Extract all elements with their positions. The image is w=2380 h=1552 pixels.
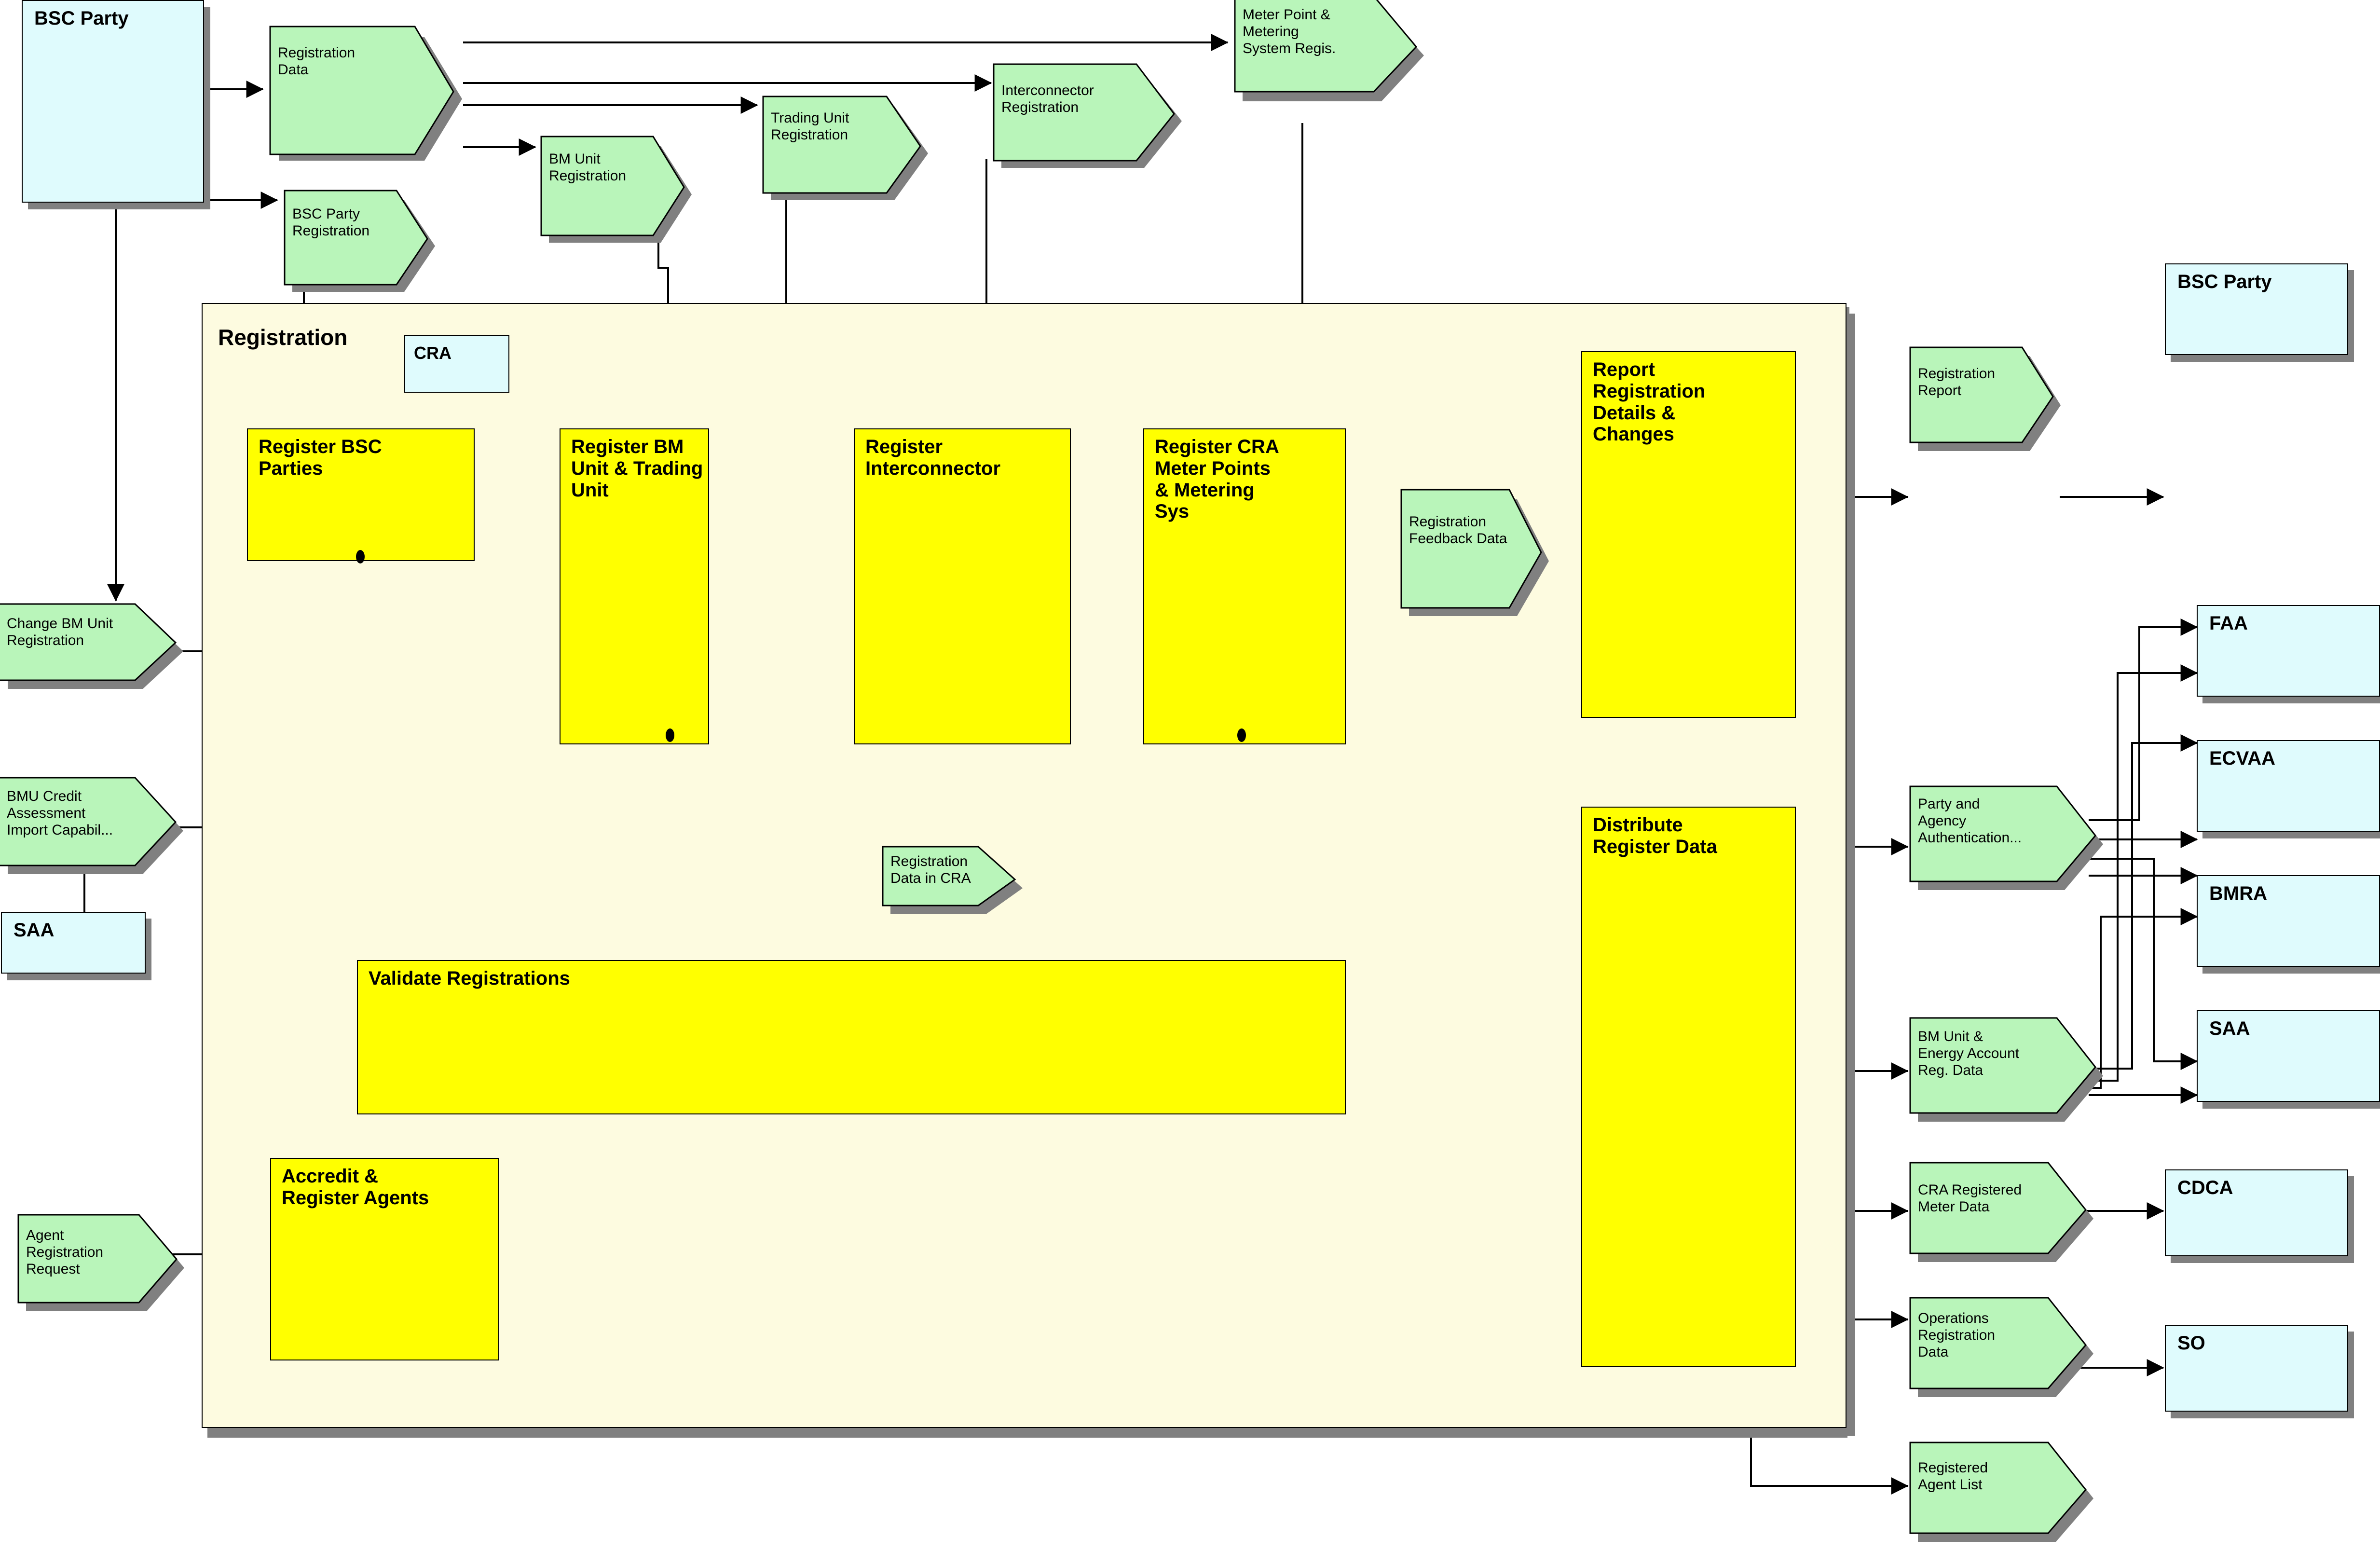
flow-label: BM Unit Registration	[549, 151, 627, 184]
entity-bsc-party-left[interactable]: BSC Party	[22, 0, 204, 203]
process-label: Report Registration Details & Changes	[1593, 359, 1706, 445]
entity-label: ECVAA	[2209, 748, 2276, 769]
entity-label: BSC Party	[2177, 271, 2272, 292]
entity-saa-right[interactable]: SAA	[2197, 1010, 2380, 1102]
process-port-dot	[356, 550, 365, 563]
process-register-interconnector[interactable]: Register Interconnector	[854, 428, 1071, 744]
flow-label: Registration Data in CRA	[890, 853, 971, 886]
process-port-dot	[1237, 728, 1246, 742]
flow-label: Registration Feedback Data	[1409, 514, 1507, 547]
process-accredit-register-agents[interactable]: Accredit & Register Agents	[270, 1158, 499, 1360]
flow-trading-unit-registration[interactable]: Trading Unit Registration	[762, 96, 928, 200]
flow-operations-registration-data[interactable]: Operations Registration Data	[1909, 1297, 2093, 1397]
process-label: Register BSC Parties	[259, 436, 382, 479]
entity-cra[interactable]: CRA	[404, 335, 509, 393]
process-label: Register CRA Meter Points & Metering Sys	[1155, 436, 1279, 522]
flow-change-bm-unit-registration[interactable]: Change BM Unit Registration	[0, 603, 188, 689]
entity-label: SAA	[2209, 1018, 2250, 1039]
entity-bsc-party-right[interactable]: BSC Party	[2165, 263, 2348, 355]
entity-label: BMRA	[2209, 883, 2267, 904]
container-title: Registration	[218, 325, 348, 350]
flow-registration-data[interactable]: Registration Data	[269, 26, 463, 161]
flow-registration-feedback-data[interactable]: Registration Feedback Data	[1377, 489, 1551, 616]
process-port-dot	[666, 728, 674, 742]
entity-faa[interactable]: FAA	[2197, 605, 2380, 697]
process-distribute-register-data[interactable]: Distribute Register Data	[1581, 807, 1796, 1367]
flow-registration-report[interactable]: Registration Report	[1909, 346, 2061, 451]
flow-label: Meter Point & Metering System Regis.	[1243, 7, 1336, 56]
entity-saa-left[interactable]: SAA	[1, 912, 146, 974]
flow-bsc-party-registration[interactable]: BSC Party Registration	[284, 190, 435, 292]
flow-label: Change BM Unit Registration	[7, 616, 113, 648]
entity-label: BSC Party	[34, 8, 129, 29]
flow-label: Party and Agency Authentication...	[1918, 796, 2022, 846]
flow-label: Interconnector Registration	[1001, 82, 1094, 115]
process-register-cra-meter-points[interactable]: Register CRA Meter Points & Metering Sys	[1143, 428, 1346, 744]
entity-cdca[interactable]: CDCA	[2165, 1169, 2348, 1256]
flow-label: Registration Report	[1918, 366, 1996, 398]
container-shadow-right	[1846, 314, 1855, 1436]
entity-bmra[interactable]: BMRA	[2197, 875, 2380, 967]
flow-label: BSC Party Registration	[292, 206, 370, 239]
process-label: Distribute Register Data	[1593, 814, 1717, 857]
process-validate-registrations[interactable]: Validate Registrations	[357, 960, 1346, 1114]
entity-ecvaa[interactable]: ECVAA	[2197, 740, 2380, 832]
entity-label: SAA	[14, 920, 55, 941]
flow-bm-unit-energy-account-reg-data[interactable]: BM Unit & Energy Account Reg. Data	[1909, 1017, 2103, 1122]
process-register-bsc-parties[interactable]: Register BSC Parties	[247, 428, 475, 561]
flow-cra-registered-meter-data[interactable]: CRA Registered Meter Data	[1909, 1162, 2093, 1262]
flow-agent-registration-request[interactable]: Agent Registration Request	[17, 1214, 187, 1311]
flow-label: Trading Unit Registration	[771, 110, 849, 143]
flow-registered-agent-list[interactable]: Registered Agent List	[1909, 1442, 2093, 1542]
process-label: Validate Registrations	[369, 968, 570, 989]
process-report-registration-details[interactable]: Report Registration Details & Changes	[1581, 351, 1796, 718]
flow-meter-point-metering-system[interactable]: Meter Point & Metering System Regis.	[1234, 0, 1424, 101]
process-label: Register BM Unit & Trading Unit	[571, 436, 703, 501]
flow-label: CRA Registered Meter Data	[1918, 1182, 2022, 1215]
flow-label: Registration Data	[278, 45, 356, 78]
container-shadow-bottom	[207, 1428, 1847, 1438]
process-label: Accredit & Register Agents	[282, 1166, 429, 1209]
entity-so[interactable]: SO	[2165, 1325, 2348, 1412]
process-register-bm-unit-trading-unit[interactable]: Register BM Unit & Trading Unit	[560, 428, 709, 744]
flow-interconnector-registration[interactable]: Interconnector Registration	[993, 63, 1182, 168]
flow-label: Registered Agent List	[1918, 1460, 1988, 1493]
flow-bm-unit-registration[interactable]: BM Unit Registration	[540, 136, 692, 243]
entity-label: CRA	[414, 343, 451, 363]
flow-label: BMU Credit Assessment Import Capabil...	[7, 788, 113, 838]
flow-label: Operations Registration Data	[1918, 1310, 1996, 1360]
flow-bmu-credit-assessment[interactable]: BMU Credit Assessment Import Capabil...	[0, 777, 188, 874]
flow-label: BM Unit & Energy Account Reg. Data	[1918, 1029, 2020, 1078]
entity-label: FAA	[2209, 613, 2248, 634]
flow-label: Agent Registration Request	[26, 1227, 104, 1277]
entity-label: CDCA	[2177, 1177, 2233, 1198]
flow-party-agency-authentication[interactable]: Party and Agency Authentication...	[1909, 785, 2103, 890]
entity-label: SO	[2177, 1332, 2205, 1354]
dfd-canvas: Registration BSC Party CRA SAA BSC Party…	[0, 0, 2380, 1552]
process-label: Register Interconnector	[865, 436, 1001, 479]
flow-registration-data-in-cra[interactable]: Registration Data in CRA	[882, 846, 1023, 914]
